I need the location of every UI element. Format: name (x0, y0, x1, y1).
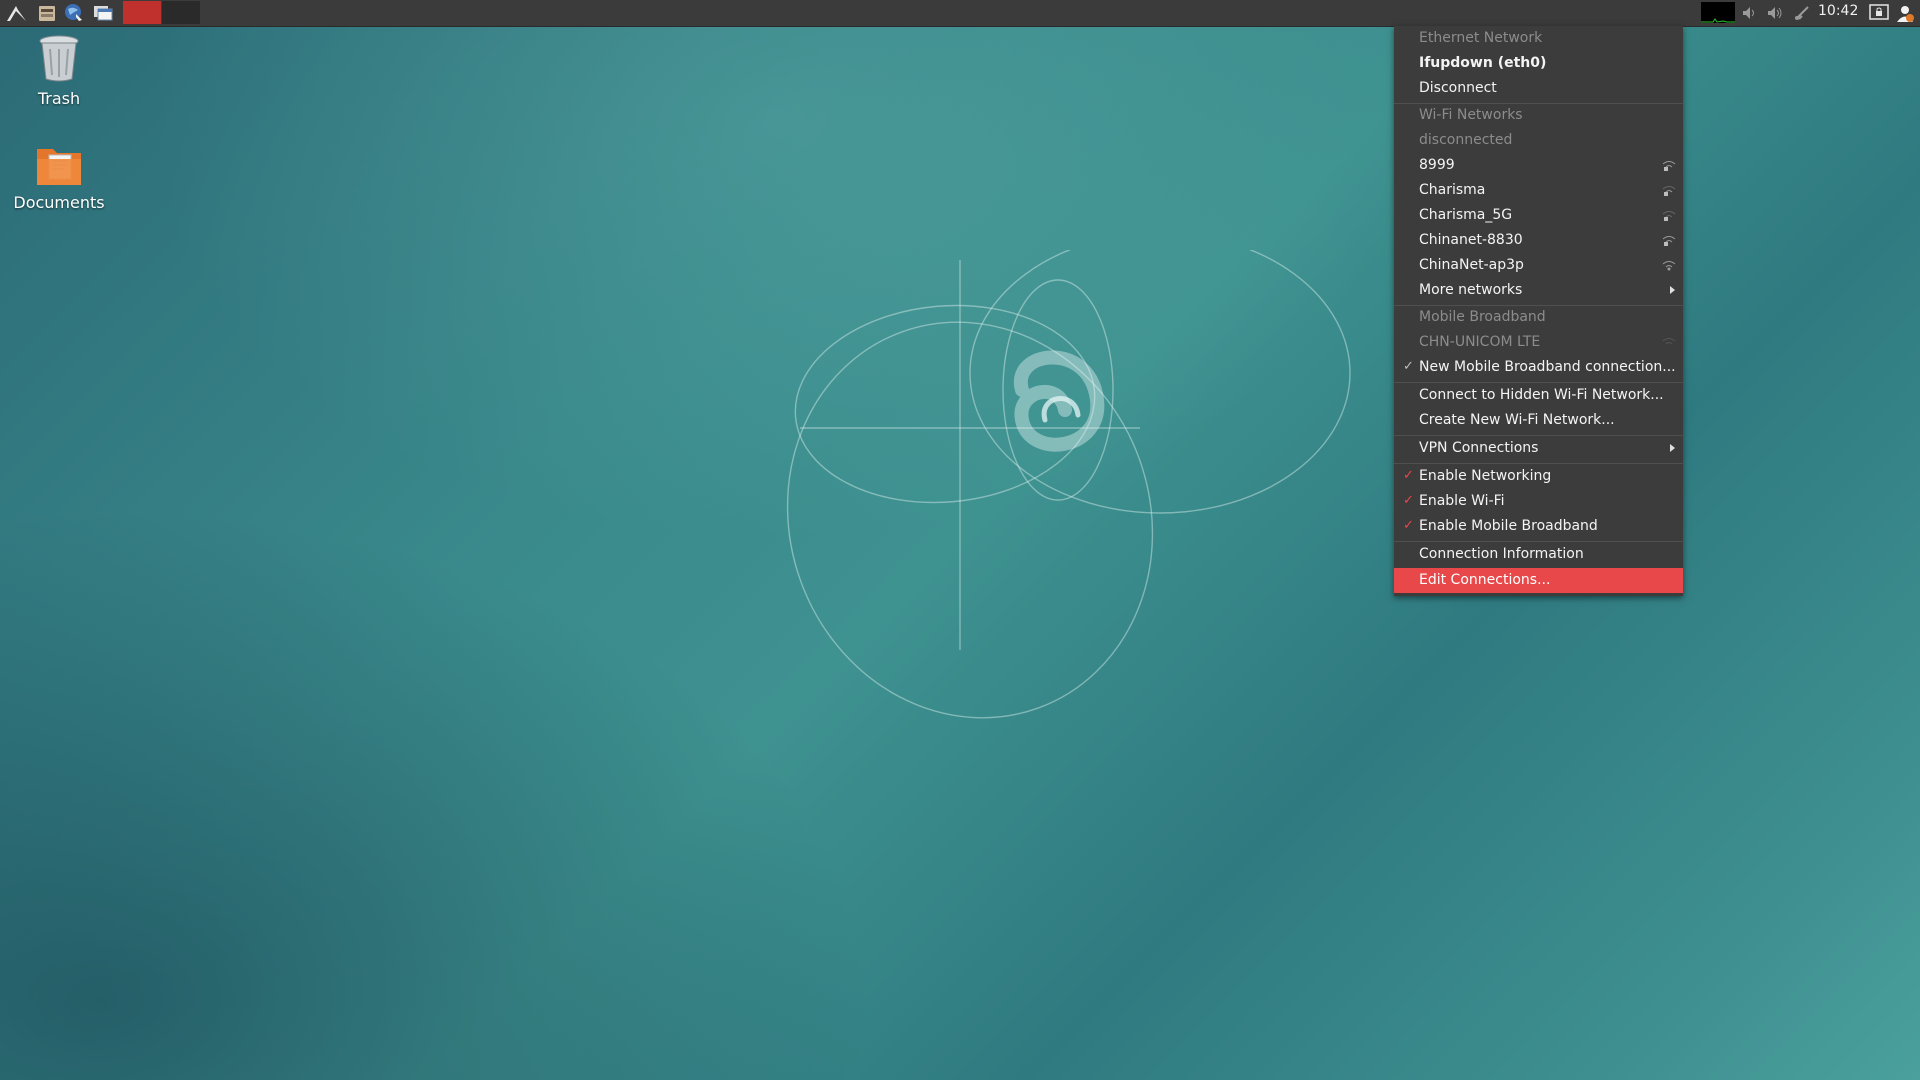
volume-icon[interactable] (1739, 2, 1761, 24)
menu-item-enable-networking[interactable]: ✓ Enable Networking (1394, 464, 1683, 489)
menu-item-ethernet-connection[interactable]: Ifupdown (eth0) (1394, 51, 1683, 76)
menu-item-wifi-network[interactable]: 8999 (1394, 153, 1683, 178)
lock-screen-icon[interactable] (1868, 2, 1890, 24)
submenu-arrow-icon (1670, 286, 1675, 294)
menu-item-more-networks[interactable]: More networks (1394, 278, 1683, 303)
wifi-signal-icon (1662, 261, 1676, 271)
user-icon[interactable] (1894, 2, 1916, 24)
menu-item-wifi-status: disconnected (1419, 132, 1513, 148)
app-menu-icon[interactable] (6, 2, 28, 24)
desktop-icon-documents[interactable]: Documents (4, 143, 114, 212)
menu-item-connection-information[interactable]: Connection Information (1394, 542, 1683, 567)
network-icon[interactable] (1791, 2, 1813, 24)
menu-item-enable-mobile-broadband[interactable]: ✓ Enable Mobile Broadband (1394, 514, 1683, 539)
menu-item-vpn-connections[interactable]: VPN Connections (1394, 436, 1683, 461)
web-browser-icon[interactable] (63, 2, 85, 24)
network-menu: Ethernet Network Ifupdown (eth0) Disconn… (1394, 26, 1683, 596)
menu-item-wifi-network[interactable]: ChinaNet-ap3p (1394, 253, 1683, 278)
menu-header-mobile: Mobile Broadband (1419, 309, 1546, 325)
menu-item-enable-wifi[interactable]: ✓ Enable Wi-Fi (1394, 489, 1683, 514)
top-panel: 10:42 (0, 0, 1920, 27)
clock[interactable]: 10:42 (1818, 3, 1858, 19)
menu-item-connect-hidden-wifi[interactable]: Connect to Hidden Wi-Fi Network... (1394, 383, 1683, 408)
folder-icon (37, 149, 81, 185)
file-manager-icon[interactable] (36, 2, 58, 24)
menu-item-create-wifi[interactable]: Create New Wi-Fi Network... (1394, 408, 1683, 433)
desktop-icon-label: Documents (13, 193, 105, 212)
check-icon: ✓ (1403, 359, 1414, 374)
wifi-signal-icon (1662, 236, 1676, 246)
taskbar-button[interactable] (162, 1, 200, 24)
wifi-signal-icon (1662, 186, 1676, 196)
menu-item-edit-connections[interactable]: Edit Connections... (1394, 568, 1683, 593)
menu-header-wifi: Wi-Fi Networks (1419, 107, 1523, 123)
submenu-arrow-icon (1670, 444, 1675, 452)
desktop-icon-trash[interactable]: Trash (4, 33, 114, 108)
desktop-icon-label: Trash (37, 89, 81, 108)
menu-item-wifi-network[interactable]: Charisma (1394, 178, 1683, 203)
wifi-signal-icon (1662, 161, 1676, 171)
volume-icon[interactable] (1764, 2, 1786, 24)
show-desktop-icon[interactable] (92, 2, 114, 24)
wifi-signal-icon (1662, 211, 1676, 221)
check-icon: ✓ (1403, 518, 1414, 533)
taskbar-button[interactable] (123, 1, 161, 24)
trash-icon (39, 35, 79, 82)
menu-item-wifi-network[interactable]: Charisma_5G (1394, 203, 1683, 228)
menu-item-disconnect[interactable]: Disconnect (1394, 76, 1683, 101)
signal-icon (1662, 338, 1676, 345)
check-icon: ✓ (1403, 493, 1414, 508)
check-icon: ✓ (1403, 468, 1414, 483)
debian-logo (786, 250, 1351, 719)
menu-item-new-mobile-connection[interactable]: ✓ New Mobile Broadband connection... (1394, 355, 1683, 380)
menu-item-mobile-provider: CHN-UNICOM LTE (1394, 330, 1683, 355)
cpu-graph[interactable] (1701, 2, 1735, 23)
menu-item-wifi-network[interactable]: Chinanet-8830 (1394, 228, 1683, 253)
menu-header-ethernet: Ethernet Network (1419, 30, 1543, 46)
